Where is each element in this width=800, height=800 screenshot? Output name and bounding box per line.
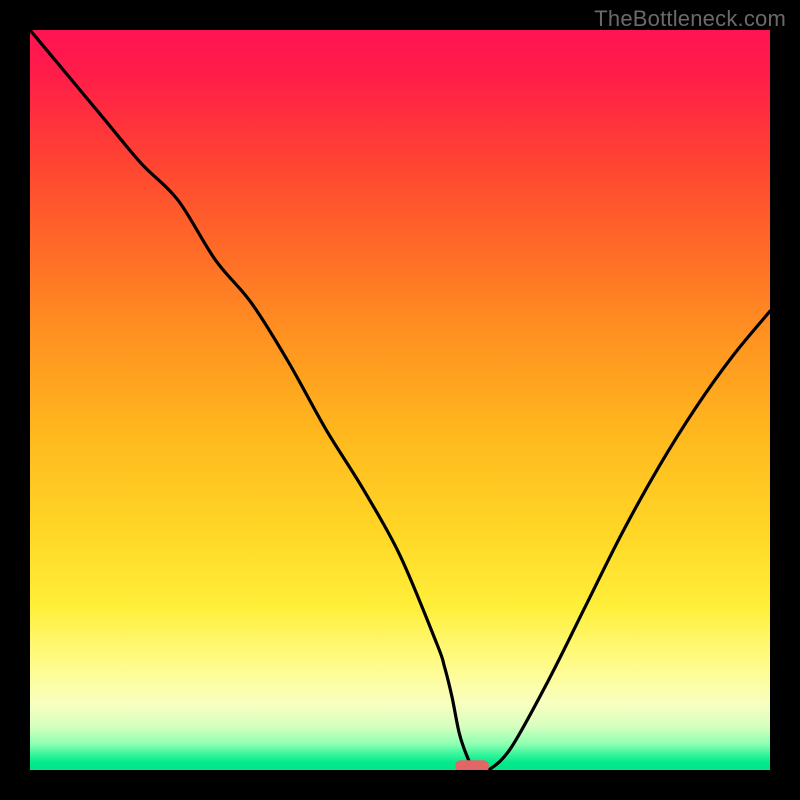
plot-area	[30, 30, 770, 770]
watermark-text: TheBottleneck.com	[594, 6, 786, 32]
bottleneck-chart: TheBottleneck.com	[0, 0, 800, 800]
bottleneck-curve-line	[30, 30, 770, 770]
curve-svg	[30, 30, 770, 770]
minimum-marker	[456, 760, 489, 770]
